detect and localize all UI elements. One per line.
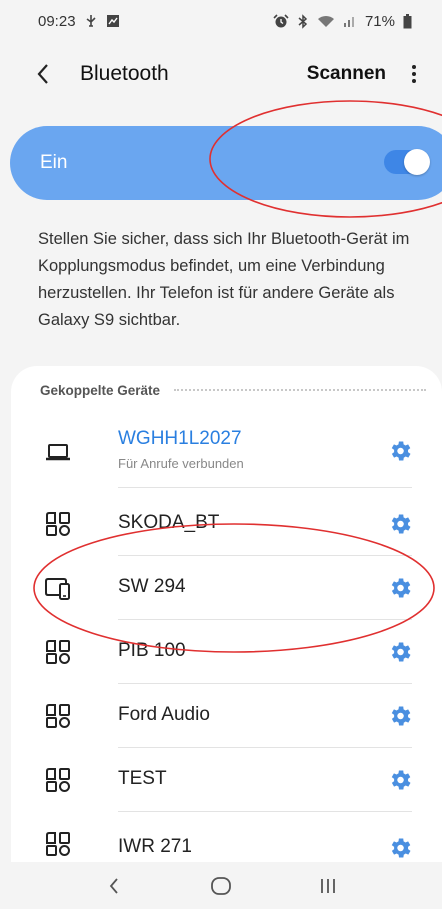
page-title: Bluetooth [80,62,169,85]
device-row-sw-294[interactable]: SW 294 [11,556,442,620]
status-time: 09:23 [38,12,76,30]
device-status: Für Anrufe verbunden [118,456,244,471]
device-row-pib-100[interactable]: PIB 100 [11,620,442,684]
app-bar: Bluetooth Scannen [0,46,442,102]
device-row-test[interactable]: TEST [11,748,442,812]
bluetooth-switch[interactable] [384,149,430,175]
system-navigation-bar [0,862,442,909]
more-vert-icon-dot [412,72,416,76]
status-bar-right: 71% [273,13,412,30]
device-name: IWR 271 [118,836,192,857]
device-row-wghh1l2027[interactable]: WGHH1L2027 Für Anrufe verbunden [11,416,442,488]
toggle-state-label: Ein [40,152,68,173]
back-button[interactable] [36,59,66,89]
gear-icon[interactable] [387,639,413,665]
recents-nav-icon [321,878,336,893]
device-name: PIB 100 [118,640,186,661]
gear-icon[interactable] [387,767,413,793]
more-vert-icon-dot [412,79,416,83]
section-divider [174,389,426,391]
usb-debug-icon [84,14,98,28]
image-notification-icon [106,14,120,28]
device-name: SW 294 [118,576,186,597]
gear-icon[interactable] [387,438,413,464]
generic-device-icon [46,704,70,728]
scan-button[interactable]: Scannen [307,63,386,85]
device-row-skoda-bt[interactable]: SKODA_BT [11,492,442,556]
generic-device-icon [46,640,70,664]
gear-icon[interactable] [387,703,413,729]
generic-device-icon [46,768,70,792]
nav-back-button[interactable] [94,866,134,906]
switch-knob [404,149,430,175]
wifi-icon [317,14,335,28]
back-nav-icon [109,877,118,894]
row-divider [118,487,412,488]
device-name: TEST [118,768,167,789]
more-vert-icon-dot [412,65,416,69]
device-name: Ford Audio [118,704,210,725]
gear-icon[interactable] [387,835,413,861]
signal-icon [343,14,357,28]
paired-section-header: Gekoppelte Geräte [40,380,442,400]
laptop-icon [46,444,70,461]
generic-device-icon [46,832,70,856]
device-name: WGHH1L2027 [118,428,242,449]
battery-percentage: 71% [364,12,395,30]
device-row-ford-audio[interactable]: Ford Audio [11,684,442,748]
bluetooth-icon [297,13,309,29]
gear-icon[interactable] [387,511,413,537]
status-bar-left: 09:23 [38,13,120,30]
phone-tablet-icon [45,578,70,600]
more-options-button[interactable] [412,65,416,83]
bluetooth-master-toggle-row[interactable]: Ein [10,126,442,200]
home-nav-icon [211,876,231,895]
status-bar: 09:23 71% [0,0,442,42]
chevron-left-icon [37,64,48,84]
pairing-info-text: Stellen Sie sicher, dass sich Ihr Blueto… [38,230,410,329]
device-name: SKODA_BT [118,512,220,533]
alarm-icon [273,13,289,29]
gear-icon[interactable] [387,575,413,601]
section-title: Gekoppelte Geräte [40,382,161,398]
generic-device-icon [46,512,70,536]
nav-recents-button[interactable] [308,866,348,906]
paired-devices-card: Gekoppelte Geräte WGHH1L2027 Für Anrufe … [11,366,442,881]
battery-icon [403,13,412,29]
nav-home-button[interactable] [201,866,241,906]
